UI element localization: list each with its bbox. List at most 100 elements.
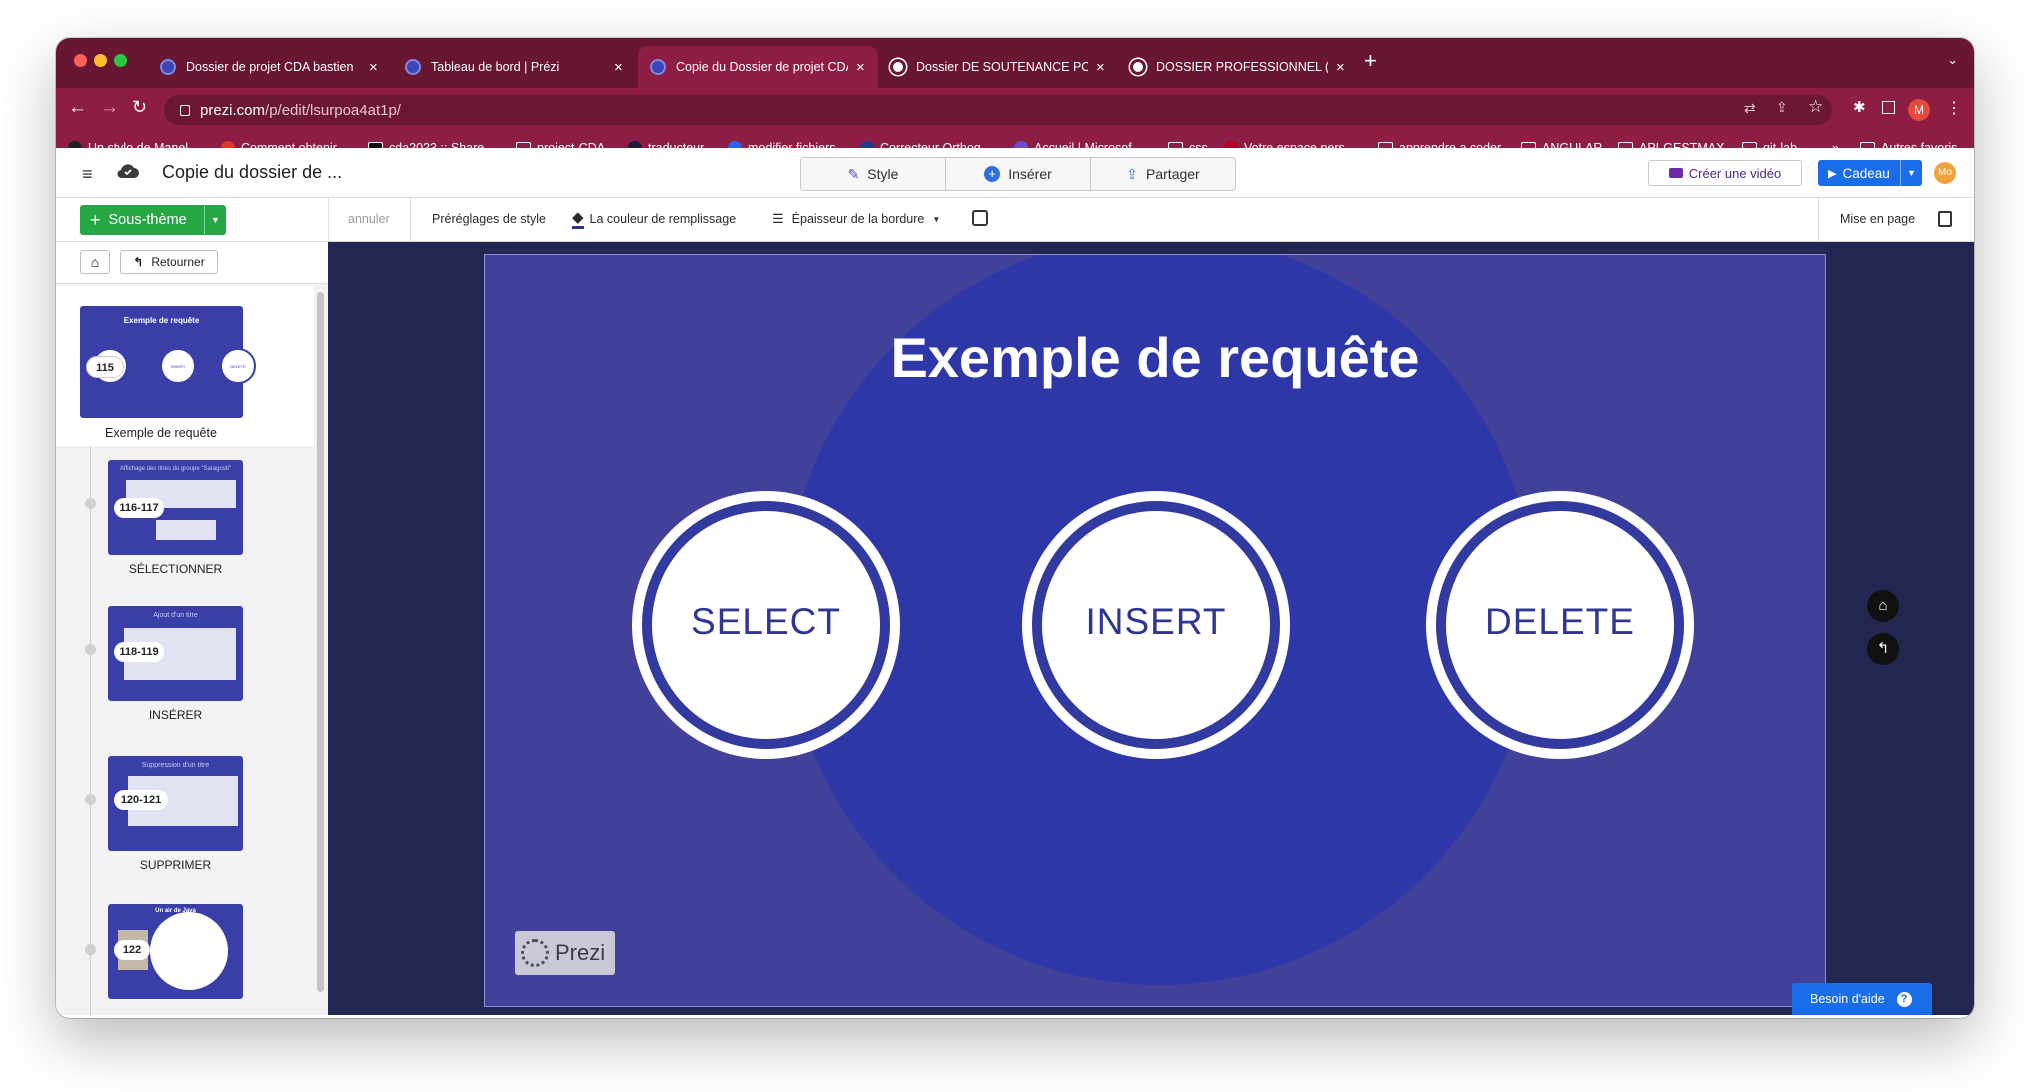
thumbnail-title: Un air de Java — [155, 908, 196, 914]
fill-color-button[interactable]: ◆ La couleur de remplissage — [572, 208, 736, 229]
sidebar-item[interactable]: Ajout d'un titre 118-119 INSÉRER — [56, 596, 314, 746]
magic-wand-icon: ✎ — [847, 165, 860, 182]
sidebar-item[interactable]: Un air de Java 122 — [56, 896, 314, 1015]
help-label: Besoin d'aide — [1810, 992, 1885, 1006]
browser-window: Dossier de projet CDA bastien × Tableau … — [56, 38, 1974, 1018]
share-icon[interactable]: ⇪ — [1776, 99, 1788, 116]
create-video-label: Créer une vidéo — [1688, 165, 1782, 181]
select-circle[interactable]: SELECT — [632, 491, 900, 759]
app-header: ≡ Copie du dossier de ... ✎ Style + Insé… — [56, 148, 1974, 198]
border-thickness-button[interactable]: ☰ Épaisseur de la bordure ▼ — [772, 212, 940, 226]
fill-color-label: La couleur de remplissage — [589, 211, 737, 226]
delete-circle[interactable]: DELETE — [1426, 491, 1694, 759]
canvas-home-button[interactable]: ⌂ — [1867, 590, 1899, 622]
plus-circle-icon: + — [984, 166, 1001, 182]
minimize-window-button[interactable] — [94, 54, 107, 67]
user-avatar[interactable]: Mo — [1934, 162, 1956, 184]
tree-node-dot — [85, 794, 96, 805]
side-panel-icon[interactable] — [1882, 101, 1895, 114]
url-field[interactable]: prezi.com /p/edit/lsurpoa4at1p/ — [164, 95, 1832, 125]
tab-label: Dossier DE SOUTENANCE POUR — [916, 60, 1088, 74]
browser-tab[interactable]: Dossier DE SOUTENANCE POUR × — [878, 46, 1118, 88]
slide-thumbnail: Exemple de requête INSERT DELETE 115 — [80, 306, 256, 418]
thumbnail-circle-label: INSERT — [170, 364, 186, 369]
insert-label: Insérer — [1008, 166, 1052, 182]
back-button[interactable]: ↰ Retourner — [120, 250, 218, 274]
new-tab-button[interactable]: + — [1364, 48, 1377, 74]
border-style-icon[interactable] — [972, 210, 988, 226]
slide-frame[interactable]: Exemple de requête SELECT INSERT DELETE … — [484, 254, 1826, 1007]
tab-label: Dossier de projet CDA bastien — [186, 60, 354, 74]
hamburger-menu-icon[interactable]: ≡ — [82, 164, 93, 185]
home-icon: ⌂ — [1878, 597, 1888, 614]
close-icon[interactable]: × — [369, 59, 378, 76]
plus-icon: + — [90, 209, 101, 230]
lock-icon — [180, 104, 190, 116]
home-button[interactable]: ⌂ — [80, 250, 110, 274]
subtheme-button[interactable]: + Sous-thème ▼ — [80, 205, 226, 235]
close-icon[interactable]: × — [614, 59, 623, 76]
prezi-icon — [160, 59, 176, 75]
sidebar-item[interactable]: Affichage des titres du groupe "Saragost… — [56, 446, 314, 596]
back-arrow-icon[interactable]: ← — [68, 97, 87, 119]
presentation-title[interactable]: Copie du dossier de ... — [162, 162, 342, 183]
url-path: /p/edit/lsurpoa4at1p/ — [265, 101, 401, 119]
layout-button[interactable]: Mise en page — [1840, 212, 1915, 226]
sidebar-item-title: SÉLECTIONNER — [128, 562, 223, 576]
slide-title[interactable]: Exemple de requête — [485, 325, 1825, 390]
scrollbar-thumb[interactable] — [317, 292, 324, 992]
editor-toolbar: + Sous-thème ▼ annuler Préréglages de st… — [56, 198, 1974, 242]
create-video-button[interactable]: Créer une vidéo — [1648, 160, 1802, 186]
video-camera-icon — [1668, 168, 1683, 178]
back-up-arrow-icon: ↰ — [1876, 640, 1890, 657]
insert-circle[interactable]: INSERT — [1022, 491, 1290, 759]
bookmark-star-icon[interactable]: ☆ — [1808, 97, 1823, 117]
thumbnail-title: Ajout d'un titre — [153, 612, 198, 619]
browser-tab[interactable]: DOSSIER PROFESSIONNEL (DP × — [1118, 46, 1358, 88]
close-icon[interactable]: × — [1336, 59, 1345, 76]
sidebar-item-title: Exemple de requête — [105, 426, 217, 440]
subtheme-dropdown-chevron-icon[interactable]: ▼ — [204, 205, 226, 235]
question-mark-icon: ? — [1896, 991, 1912, 1007]
share-button[interactable]: ⇪ Partager — [1090, 157, 1236, 191]
style-button[interactable]: ✎ Style — [800, 157, 946, 191]
thumbnail-title: Affichage des titres du groupe "Saragost… — [120, 466, 231, 472]
select-label: SELECT — [691, 601, 841, 642]
browser-tab[interactable]: Tableau de bord | Prézi × — [393, 46, 638, 88]
prezi-logo: Prezi — [515, 931, 615, 975]
close-window-button[interactable] — [74, 54, 87, 67]
profile-avatar[interactable]: M — [1908, 99, 1930, 121]
presentation-canvas[interactable]: Exemple de requête SELECT INSERT DELETE … — [328, 242, 1974, 1015]
browser-menu-icon[interactable]: ⋮ — [1946, 98, 1962, 118]
notes-icon[interactable] — [1938, 211, 1952, 227]
undo-button[interactable]: annuler — [348, 212, 390, 226]
tab-list-chevron-icon[interactable]: ⌄ — [1947, 52, 1958, 68]
gift-button[interactable]: ▶ Cadeau ▼ — [1818, 160, 1922, 186]
sidebar-item[interactable]: Suppression d'un titre 120-121 SUPPRIMER — [56, 746, 314, 896]
help-button[interactable]: Besoin d'aide ? — [1792, 983, 1932, 1015]
cloud-saved-icon — [116, 160, 140, 187]
maximize-window-button[interactable] — [114, 54, 127, 67]
slide-thumbnail: Suppression d'un titre 120-121 — [108, 756, 243, 851]
slide-thumbnail: Affichage des titres du groupe "Saragost… — [108, 460, 243, 555]
insert-button[interactable]: + Insérer — [945, 157, 1091, 191]
browser-tab[interactable]: Dossier de projet CDA bastien × — [148, 46, 393, 88]
sidebar-scrollbar[interactable] — [314, 286, 328, 1015]
prezi-icon — [650, 59, 666, 75]
share-label: Partager — [1146, 166, 1200, 182]
tree-node-dot — [85, 498, 96, 509]
browser-tab-active[interactable]: Copie du Dossier de projet CDA × — [638, 46, 878, 88]
reload-icon[interactable]: ↻ — [132, 97, 147, 118]
canvas-back-button[interactable]: ↰ — [1867, 633, 1899, 665]
sidebar-item-selected[interactable]: Exemple de requête INSERT DELETE 115 Exe… — [56, 286, 314, 446]
forward-arrow-icon[interactable]: → — [100, 97, 119, 119]
border-thickness-label: Épaisseur de la bordure — [791, 212, 925, 226]
close-icon[interactable]: × — [856, 59, 865, 76]
subtheme-label: Sous-thème — [108, 212, 187, 228]
translate-icon[interactable]: ⇄ — [1744, 100, 1756, 117]
close-icon[interactable]: × — [1096, 59, 1105, 76]
extensions-puzzle-icon[interactable]: ✱ — [1853, 98, 1866, 116]
style-presets-button[interactable]: Préréglages de style — [432, 212, 546, 226]
style-label: Style — [867, 166, 899, 182]
gift-dropdown-chevron-icon[interactable]: ▼ — [1900, 160, 1922, 186]
